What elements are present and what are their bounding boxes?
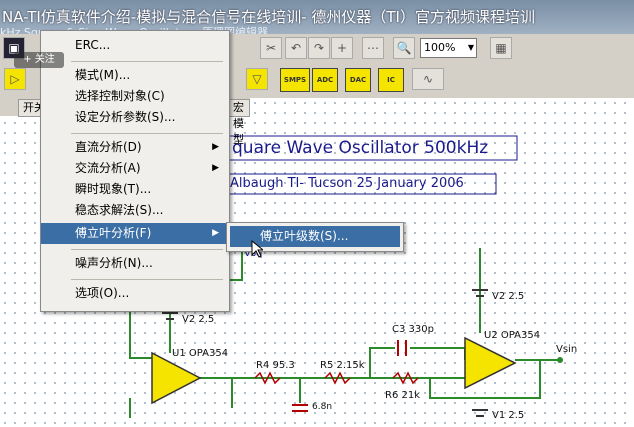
menu-item-ac-analysis[interactable]: 交流分析(A) ▶ <box>41 158 229 179</box>
cut-icon[interactable]: ✂ <box>260 37 282 59</box>
menu-item-steady-state[interactable]: 稳态求解法(S)... <box>41 200 229 221</box>
adc-part[interactable]: ADC <box>312 68 338 92</box>
menu-item-options[interactable]: 选项(O)... <box>41 283 229 304</box>
smps-part[interactable]: SMPS <box>280 68 310 92</box>
ic-part[interactable]: IC <box>378 68 404 92</box>
menu-item-transient[interactable]: 瞬时现象(T)... <box>41 179 229 200</box>
node-vsin <box>557 357 563 363</box>
label-c-small: 6.8n <box>312 402 333 412</box>
label-vsin: Vsin <box>556 344 578 355</box>
menu-item-mode[interactable]: 模式(M)... <box>41 65 229 86</box>
source-part-icon[interactable]: ∿ <box>412 68 444 90</box>
menu-item-label: 直流分析(D) <box>75 140 142 154</box>
menu-item-label: 设定分析参数(S)... <box>75 110 176 124</box>
title-bar: NA-TI仿真软件介绍-模拟与混合信号在线培训- 德州仪器（TI）官方视频课程培… <box>0 0 634 39</box>
opamp-part-icon[interactable]: ▽ <box>246 68 268 90</box>
menu-item-analysis-params[interactable]: 设定分析参数(S)... <box>41 107 229 128</box>
menu-item-label: ERC... <box>75 38 111 52</box>
menu-item-noise-analysis[interactable]: 噪声分析(N)... <box>41 253 229 274</box>
zoom-icon[interactable]: 🔍 <box>393 37 415 59</box>
zoom-value: 100% <box>424 41 456 54</box>
dac-part[interactable]: DAC <box>345 68 371 92</box>
label-v2b: V2 2.5 <box>492 291 525 302</box>
chevron-right-icon: ▶ <box>212 163 219 173</box>
label-v1: V1 2.5 <box>492 410 525 421</box>
label-v2a: V2 2.5 <box>182 314 215 325</box>
label-u1: U1 OPA354 <box>172 348 229 359</box>
menu-item-label: 傅立叶分析(F) <box>75 226 152 240</box>
analysis-menu: ERC... 模式(M)... 选择控制对象(C) 设定分析参数(S)... 直… <box>40 30 230 312</box>
menu-item-dc-analysis[interactable]: 直流分析(D) ▶ <box>41 137 229 158</box>
menu-item-label: 模式(M)... <box>75 68 131 82</box>
opamp-u1 <box>151 351 202 405</box>
menu-item-label: 瞬时现象(T)... <box>75 182 152 196</box>
settings-icon[interactable]: ▦ <box>490 37 512 59</box>
menu-item-fourier-analysis[interactable]: 傅立叶分析(F) ▶ <box>41 223 229 244</box>
undo-icon[interactable]: ↶ <box>285 37 307 59</box>
menu-item-label: 稳态求解法(S)... <box>75 203 164 217</box>
chevron-down-icon: ▼ <box>467 43 474 52</box>
schematic-author-line: Albaugh TI- Tucson 25 January 2006 <box>230 176 464 191</box>
menu-separator <box>71 279 223 280</box>
label-u2: U2 OPA354 <box>484 330 541 341</box>
menu-separator <box>71 133 223 134</box>
menu-separator <box>71 61 223 62</box>
label-c3: C3 330p <box>392 324 434 335</box>
wire <box>369 347 395 378</box>
follow-button[interactable]: + 关注 <box>14 52 64 68</box>
label-r6: R6 21k <box>385 390 421 401</box>
menu-item-label: 噪声分析(N)... <box>75 256 153 270</box>
chevron-right-icon: ▶ <box>212 142 219 152</box>
menu-item-label: 交流分析(A) <box>75 161 141 175</box>
schematic-title: quare Wave Oscillator 500kHz <box>232 138 489 158</box>
grid-icon[interactable]: ⋯ <box>362 37 384 59</box>
menu-item-label: 选择控制对象(C) <box>75 89 165 103</box>
tab-macro-model[interactable]: 宏模型 <box>228 99 250 146</box>
opamp-u2 <box>464 336 517 390</box>
label-r5: R5 2.15k <box>320 360 365 371</box>
menu-separator <box>71 249 223 250</box>
chevron-right-icon: ▶ <box>212 228 219 238</box>
zoom-select[interactable]: 100% ▼ <box>420 38 477 58</box>
mouse-cursor-icon <box>251 240 263 258</box>
menu-item-label: 傅立叶级数(S)... <box>260 229 349 243</box>
redo-icon[interactable]: ↷ <box>308 37 330 59</box>
menu-item-erc[interactable]: ERC... <box>41 35 229 56</box>
menu-item-label: 选项(O)... <box>75 286 130 300</box>
wire <box>410 347 466 360</box>
opamp-part-icon[interactable]: ▷ <box>4 68 26 90</box>
menu-item-select-control[interactable]: 选择控制对象(C) <box>41 86 229 107</box>
label-r4: R4 95.3 <box>256 360 295 371</box>
wire-icon[interactable]: + <box>331 37 353 59</box>
